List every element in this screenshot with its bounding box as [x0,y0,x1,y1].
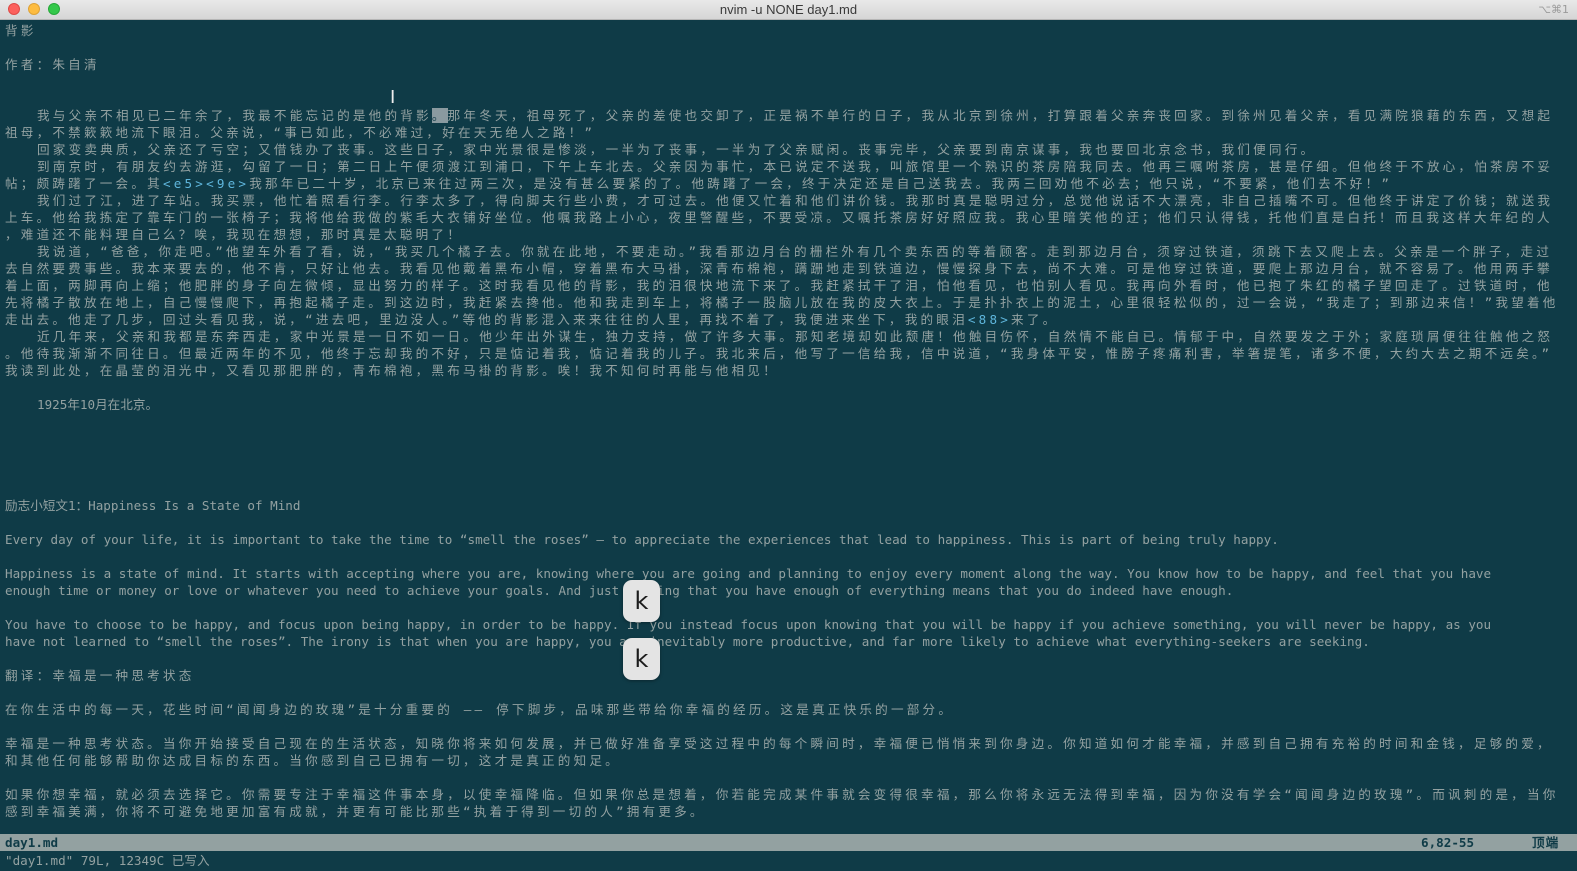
buffer-line: 在你生活中的每一天，花些时间“闻闻身边的玫瑰”是十分重要的 —— 停下脚步，品味… [5,702,955,717]
buffer-line: 翻译：幸福是一种思考状态 [5,668,195,683]
buffer-line: 我与父亲不相见已二年余了，我最不能忘记的是他的背影。那年冬天，祖母死了，父亲的差… [5,107,1571,124]
buffer-line: enough time or money or love or whatever… [5,583,1234,598]
window-titlebar: nvim -u NONE day1.md ⌥⌘1 [0,0,1577,20]
window-shortcut-hint: ⌥⌘1 [1538,3,1569,16]
status-filename: day1.md [5,835,59,850]
buffer-line: 背影 [5,23,37,38]
line-text: 我与父亲不相见已二年余了，我最不能忘记的是他的背影。那年冬天，祖母死了，父亲的差… [37,108,1554,123]
cursor-position: 6,82-55 [1421,835,1475,850]
buffer-line: have not learned to “smell the roses”. T… [5,634,1370,649]
buffer-line: 和其他任何能够帮助你达成目标的东西。当你感到自己已拥有一切，这才是真正的知足。 [5,753,621,768]
cursor-block: 。 [431,108,448,123]
line-text: 走出去。他走了几步，回过头看见我，说，“进去吧，里边没人。”等他的背影混入来来往… [5,312,968,327]
buffer-line: 帖；颇踌躇了一会。其<e5><9e>我那年已二十岁，北京已来往过两三次，是没有甚… [5,175,1571,192]
scroll-indicator: 顶端 [1532,835,1560,850]
line-text: 我那年已二十岁，北京已来往过两三次，是没有甚么要紧的了。他踌躇了一会，终于决定还… [249,176,1393,191]
buffer-line: Every day of your life, it is important … [5,532,1279,547]
line-text: 帖；颇踌躇了一会。其 [5,176,163,191]
buffer-line: 我说道，“爸爸，你走吧。”他望车外看了看，说，“我买几个橘子去。你就在此地，不要… [37,244,1553,259]
buffer-line: 幸福是一种思考状态。当你开始接受自己现在的生活状态，知晓你将来如何发展，并已做好… [5,736,1553,751]
buffer-line: 作者：朱自清 [5,57,100,72]
buffer-line: 如果你想幸福，就必须去选择它。你需要专注于幸福这件事本身，以使幸福降临。但如果你… [5,787,1559,802]
text-cursor-icon: I [390,87,396,108]
keystroke-overlay: k [623,580,660,622]
buffer-line: 近几年来，父亲和我都是东奔西走，家中光景是一日不如一日。他少年出外谋生，独力支持… [37,329,1554,344]
window-title: nvim -u NONE day1.md [719,2,858,17]
buffer-line: 上车。他给我拣定了靠车门的一张椅子；我将他给我做的紫毛大衣铺好坐位。他嘱我路上小… [5,210,1553,225]
buffer-line: 感到幸福美满，你将不可避免地更加富有成就，并更有可能比那些“执着于得到一切的人”… [5,804,706,819]
editor-buffer[interactable]: 背影 作者：朱自清 我与父亲不相见已二年余了，我最不能忘记的是他的背影。那年冬天… [0,22,1577,834]
byte-code: <e5><9e> [162,176,250,191]
buffer-line: 到南京时，有朋友约去游逛，勾留了一日；第二日上午便须渡江到浦口，下午上车北去。父… [37,159,1554,174]
buffer-line: 励志小短文1：Happiness Is a State of Mind [5,498,301,513]
buffer-line: 走出去。他走了几步，回过头看见我，说，“进去吧，里边没人。”等他的背影混入来来往… [5,311,1571,328]
buffer-line: 我读到此处，在晶莹的泪光中，又看见那肥胖的，青布棉袍，黑布马褂的背影。唉！我不知… [5,363,779,378]
command-message-line[interactable]: "day1.md" 79L, 12349C 已写入 [5,852,1571,869]
keystroke-overlay: k [623,638,660,680]
buffer-line: Happiness is a state of mind. It starts … [5,566,1492,581]
buffer-line: 。他待我渐渐不同往日。但最近两年的不见，他终于忘却我的不好，只是惦记着我，惦记着… [5,346,1553,361]
line-text: 来了。 [1011,312,1059,327]
buffer-line: 着上面，两脚再向上缩；他肥胖的身子向左微倾，显出努力的样子。这时我看见他的背影，… [5,278,1553,293]
buffer-line: ，难道还不能料理自己么？唉，我现在想想，那时真是太聪明了！ [5,227,464,242]
status-line: day1.md 6,82-55 顶端 [0,834,1577,851]
byte-code: <88> [967,312,1012,327]
buffer-line: 先将橘子散放在地上，自己慢慢爬下，再抱起橘子走。到这边时，我赶紧去搀他。他和我走… [5,295,1559,310]
buffer-line: 祖母，不禁簌簌地流下眼泪。父亲说，“事已如此，不必难过，好在天无绝人之路！” [5,125,596,140]
buffer-line: You have to choose to be happy, and focu… [5,617,1492,632]
buffer-line: 我们过了江，进了车站。我买票，他忙着照看行李。行李太多了，得向脚夫行些小费，才可… [37,193,1554,208]
buffer-line: 去自然要费事些。我本来要去的，他不肯，只好让他去。我看见他戴着黑布小帽，穿着黑布… [5,261,1553,276]
buffer-line: 回家变卖典质，父亲还了亏空；又借钱办了丧事。这些日子，家中光景很是惨淡，一半为了… [37,142,1317,157]
buffer-line: 1925年10月在北京。 [37,397,159,412]
